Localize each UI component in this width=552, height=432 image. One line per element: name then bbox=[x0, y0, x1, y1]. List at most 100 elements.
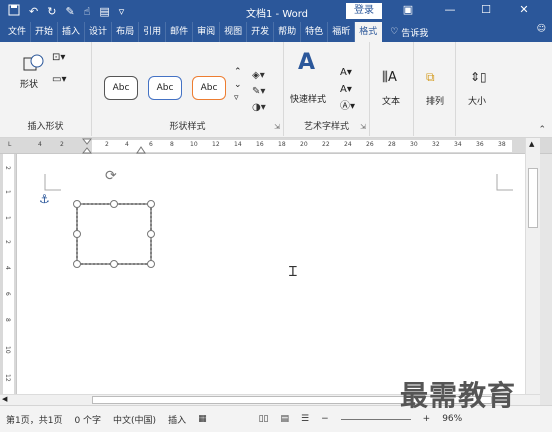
ruler-tick: 28 bbox=[388, 141, 396, 148]
text-effects-icon[interactable]: Ⓐ▾ bbox=[340, 101, 355, 112]
group-insert-shapes: 形状 ⊡▾ ▭▾ 插入形状 bbox=[0, 42, 92, 136]
tab-help[interactable]: 帮助 bbox=[274, 22, 302, 42]
arrange-label[interactable]: 排列 bbox=[426, 94, 444, 107]
ruler-tick: 26 bbox=[366, 141, 374, 148]
insert-mode[interactable]: 插入 bbox=[168, 413, 186, 426]
format-painter-icon[interactable]: ✎ bbox=[65, 5, 74, 18]
scroll-up-icon[interactable]: ▲ bbox=[529, 140, 534, 148]
ruler-corner-icon[interactable]: L bbox=[8, 141, 11, 148]
language[interactable]: 中文(中国) bbox=[113, 413, 156, 426]
tab-view[interactable]: 视图 bbox=[220, 22, 248, 42]
wordart-a-icon[interactable]: A bbox=[298, 50, 315, 75]
selected-shape[interactable] bbox=[71, 198, 171, 278]
shapes-gallery-icon[interactable] bbox=[22, 52, 46, 77]
ruler-tick: 4 bbox=[125, 141, 129, 148]
tab-foxit[interactable]: 福昕 bbox=[328, 22, 356, 42]
resize-handle[interactable] bbox=[147, 260, 155, 268]
shape-style-2[interactable]: Abc bbox=[148, 76, 182, 100]
zoom-slider[interactable] bbox=[340, 418, 411, 420]
undo-icon[interactable]: ↶ bbox=[29, 5, 38, 18]
tab-review[interactable]: 审阅 bbox=[193, 22, 221, 42]
scroll-thumb[interactable] bbox=[528, 168, 538, 228]
scroll-left-icon[interactable]: ◀ bbox=[2, 395, 7, 403]
collapse-ribbon-icon[interactable]: ⌃ bbox=[538, 125, 546, 135]
new-icon[interactable]: ▤ bbox=[99, 5, 109, 18]
text-fill-icon[interactable]: A▾ bbox=[340, 67, 352, 78]
shape-style-1[interactable]: Abc bbox=[104, 76, 138, 100]
tab-layout[interactable]: 布局 bbox=[112, 22, 140, 42]
text-direction-icon[interactable]: ⫼A bbox=[382, 70, 397, 85]
resize-handle[interactable] bbox=[110, 260, 118, 268]
read-mode-icon[interactable]: ▯▯ bbox=[259, 414, 269, 424]
customize-icon[interactable]: ▿ bbox=[119, 5, 125, 18]
login-button[interactable]: 登录 bbox=[346, 3, 382, 19]
ruler-tick: 4 bbox=[4, 266, 11, 270]
text-fill-icons[interactable]: A▾ A▾ Ⓐ▾ bbox=[340, 64, 355, 115]
tab-mailings[interactable]: 邮件 bbox=[166, 22, 194, 42]
touch-mode-icon[interactable]: ☝ bbox=[84, 5, 91, 18]
ruler-tick: 12 bbox=[4, 374, 11, 382]
edit-shape-icon[interactable]: ⊡▾ bbox=[52, 52, 65, 63]
print-layout-icon[interactable]: ▤ bbox=[281, 414, 290, 424]
horizontal-ruler[interactable]: L 4 2 2 4 6 8 10 12 14 16 18 20 22 24 26… bbox=[0, 138, 552, 154]
quick-styles-label[interactable]: 快速样式 bbox=[290, 92, 326, 105]
margin-mark-right bbox=[496, 174, 513, 191]
anchor-icon[interactable]: ⚓ bbox=[39, 192, 50, 206]
tab-insert[interactable]: 插入 bbox=[58, 22, 86, 42]
fill-icon[interactable]: ◈▾ bbox=[252, 70, 265, 81]
shape-fill-icons[interactable]: ◈▾ ✎▾ ◑▾ bbox=[252, 68, 266, 116]
ruler-tick: 16 bbox=[256, 141, 264, 148]
resize-handle[interactable] bbox=[147, 230, 155, 238]
style-gallery-scroll[interactable]: ⌃ ⌄ ▿ bbox=[234, 66, 242, 105]
group-size: ⇕▯ 大小 bbox=[456, 42, 500, 136]
shape-label[interactable]: 形状 bbox=[20, 77, 38, 90]
ruler-tick: 10 bbox=[4, 346, 11, 354]
minimize-icon[interactable]: — bbox=[440, 3, 460, 16]
tab-home[interactable]: 开始 bbox=[31, 22, 59, 42]
macro-icon[interactable]: ▦ bbox=[198, 414, 207, 424]
outline-icon[interactable]: ✎▾ bbox=[252, 86, 265, 97]
text-outline-icon[interactable]: A▾ bbox=[340, 84, 352, 95]
ruler-tick: 30 bbox=[410, 141, 418, 148]
ruler-tick: 14 bbox=[234, 141, 242, 148]
text-box-icon[interactable]: ▭▾ bbox=[52, 74, 66, 85]
tell-me[interactable]: ♡ 告诉我 bbox=[390, 26, 428, 39]
dialog-launcher-icon[interactable]: ⇲ bbox=[274, 123, 280, 131]
web-layout-icon[interactable]: ☰ bbox=[301, 414, 309, 424]
ribbon-display-icon[interactable]: ▣ bbox=[398, 3, 418, 16]
resize-handle[interactable] bbox=[147, 200, 155, 208]
zoom-out-icon[interactable]: − bbox=[321, 414, 329, 424]
resize-handle[interactable] bbox=[73, 260, 81, 268]
resize-handle[interactable] bbox=[73, 230, 81, 238]
document-canvas[interactable]: ⚓ ⟳ Ɪ bbox=[17, 154, 525, 394]
size-icon[interactable]: ⇕▯ bbox=[470, 70, 487, 84]
tab-references[interactable]: 引用 bbox=[139, 22, 167, 42]
tab-developer[interactable]: 开发 bbox=[247, 22, 275, 42]
text-label[interactable]: 文本 bbox=[382, 94, 400, 107]
tab-design[interactable]: 设计 bbox=[85, 22, 113, 42]
arrange-icon[interactable]: ⧉ bbox=[426, 70, 435, 85]
close-icon[interactable]: ✕ bbox=[514, 3, 534, 16]
shape-style-3[interactable]: Abc bbox=[192, 76, 226, 100]
save-icon[interactable] bbox=[8, 4, 20, 19]
effects-icon[interactable]: ◑▾ bbox=[252, 102, 266, 113]
size-label[interactable]: 大小 bbox=[468, 94, 486, 107]
zoom-level[interactable]: 96% bbox=[442, 414, 462, 424]
redo-icon[interactable]: ↻ bbox=[47, 5, 56, 18]
rotate-handle-icon[interactable]: ⟳ bbox=[105, 168, 117, 184]
resize-handle[interactable] bbox=[110, 200, 118, 208]
tab-format[interactable]: 格式 bbox=[355, 22, 383, 42]
share-icon[interactable]: ☺ bbox=[537, 24, 546, 34]
word-count[interactable]: 0 个字 bbox=[74, 413, 101, 426]
ruler-tick: 32 bbox=[432, 141, 440, 148]
tab-features[interactable]: 特色 bbox=[301, 22, 329, 42]
vertical-scrollbar[interactable]: ▲ bbox=[525, 138, 540, 394]
ruler-tick: 24 bbox=[344, 141, 352, 148]
wordart-launcher-icon[interactable]: ⇲ bbox=[360, 123, 366, 131]
resize-handle[interactable] bbox=[73, 200, 81, 208]
page-count[interactable]: 第1页，共1页 bbox=[6, 413, 62, 426]
vertical-ruler[interactable]: 2 1 1 2 4 6 8 10 12 bbox=[0, 154, 17, 394]
zoom-in-icon[interactable]: + bbox=[423, 414, 431, 424]
tab-file[interactable]: 文件 bbox=[4, 22, 32, 42]
maximize-icon[interactable]: ☐ bbox=[476, 3, 496, 16]
